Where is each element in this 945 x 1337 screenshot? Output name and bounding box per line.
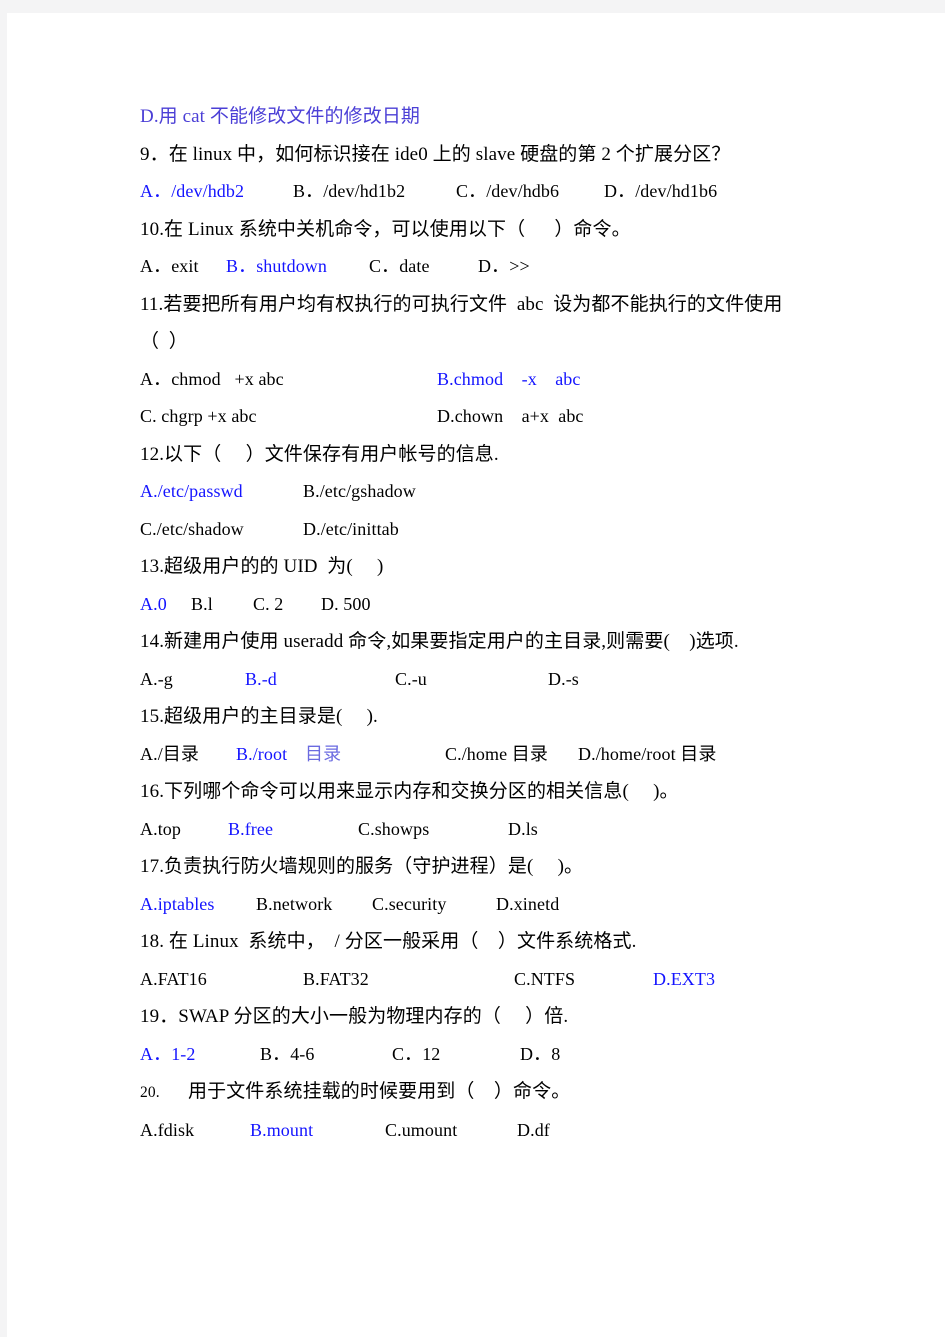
q9-option-a: A．/dev/hdb2 (140, 181, 245, 201)
q18-option-d: D.EXT3 (653, 968, 716, 989)
question-11-options-row-2: C. chgrp +x abc D.chown a+x abc (140, 398, 852, 436)
q18-stem-text: 18. 在 Linux 系统中， / 分区一般采用（ ）文件系统格式. (140, 931, 637, 952)
q11-option-b: B.chmod -x abc (437, 368, 581, 389)
q20-option-c: C.umount (385, 1119, 458, 1140)
q20-option-d: D.df (517, 1119, 550, 1140)
question-20-options: A.fdisk B.mount C.umount D.df (140, 1112, 852, 1150)
q13-stem-text: 13.超级用户的的 UID 为( ) (140, 556, 384, 577)
q14-option-d: D.-s (548, 668, 579, 689)
q19-option-d: D．8 (520, 1043, 561, 1064)
q13-option-a: A.0 (140, 593, 167, 614)
question-11-options-row-1: A．chmod +x abc B.chmod -x abc (140, 361, 852, 399)
q18-option-a: A.FAT16 (140, 968, 207, 989)
q17-option-d: D.xinetd (496, 893, 560, 914)
q12-option-b: B./etc/gshadow (303, 481, 416, 501)
question-14-options: A.-g B.-d C.-u D.-s (140, 661, 852, 699)
q10-option-a: A．exit (140, 256, 199, 276)
question-9-options: A．/dev/hdb2 B．/dev/hd1b2 C．/dev/hdb6 D．/dev… (140, 173, 852, 211)
question-15-stem: 15.超级用户的主目录是( ). (140, 698, 852, 736)
q13-option-c: C. 2 (253, 593, 284, 614)
q14-stem-text: 14.新建用户使用 useradd 命令,如果要指定用户的主目录,则需要( )选… (140, 631, 739, 652)
question-13-options: A.0 B.l C. 2 D. 500 (140, 586, 852, 624)
q14-option-a: A.-g (140, 668, 173, 689)
q16-option-a: A.top (140, 818, 181, 839)
q15-option-b: B./root (236, 743, 288, 764)
q11-stem-text-1: 11.若要把所有用户均有权执行的可执行文件 abc 设为都不能执行的文件使用 (140, 293, 783, 315)
question-18-options: A.FAT16 B.FAT32 C.NTFS D.EXT3 (140, 961, 852, 999)
q10-stem-text: 10.在 Linux 系统中关机命令，可以使用以下（ ）命令。 (140, 218, 631, 240)
q16-option-c: C.showps (358, 818, 430, 839)
q19-option-c: C．12 (392, 1043, 441, 1064)
q20-stem-text: 用于文件系统挂载的时候要用到（ ）命令。 (188, 1081, 571, 1102)
q18-option-c: C.NTFS (514, 968, 576, 989)
document-body: D.用 cat 不能修改文件的修改日期 9．在 linux 中，如何标识接在 i… (140, 98, 852, 1149)
q14-option-c: C.-u (395, 668, 427, 689)
q11-option-c: C. chgrp +x abc (140, 406, 257, 426)
question-18-stem: 18. 在 Linux 系统中， / 分区一般采用（ ）文件系统格式. (140, 923, 852, 961)
question-11-stem-line-2: （ ） (140, 323, 852, 361)
q15-option-c: C./home 目录 (445, 743, 548, 764)
q8-option-d-text: D.用 cat 不能修改文件的修改日期 (140, 106, 421, 127)
q12-option-d: D./etc/inittab (303, 518, 399, 539)
question-10-options: A．exit B．shutdown C．date D．>> (140, 248, 852, 286)
q10-option-d: D．>> (478, 256, 530, 276)
q16-stem-text: 16.下列哪个命令可以用来显示内存和交换分区的相关信息( )。 (140, 781, 679, 802)
q12-option-a: A./etc/passwd (140, 481, 243, 501)
q19-option-b: B．4-6 (260, 1043, 315, 1064)
document-page: D.用 cat 不能修改文件的修改日期 9．在 linux 中，如何标识接在 i… (7, 13, 945, 1337)
q9-option-c: C．/dev/hdb6 (456, 181, 560, 201)
q13-option-d: D. 500 (321, 593, 371, 614)
q16-option-b: B.free (228, 818, 274, 839)
q9-option-b: B．/dev/hd1b2 (293, 181, 406, 201)
q19-stem-text: 19．SWAP 分区的大小一般为物理内存的（ ）倍. (140, 1006, 569, 1027)
q20-option-a: A.fdisk (140, 1119, 195, 1140)
question-19-stem: 19．SWAP 分区的大小一般为物理内存的（ ）倍. (140, 998, 852, 1036)
q13-option-b: B.l (191, 593, 213, 614)
question-11-stem-line-1: 11.若要把所有用户均有权执行的可执行文件 abc 设为都不能执行的文件使用 (140, 286, 852, 324)
question-12-options-row-1: A./etc/passwd B./etc/gshadow (140, 473, 852, 511)
q20-option-b: B.mount (250, 1119, 314, 1140)
question-15-options: A./目录 B./root 目录 C./home 目录 D./home/root 目录 (140, 736, 852, 774)
q17-option-a: A.iptables (140, 893, 215, 914)
question-17-stem: 17.负责执行防火墙规则的服务（守护进程）是( )。 (140, 848, 852, 886)
question-16-stem: 16.下列哪个命令可以用来显示内存和交换分区的相关信息( )。 (140, 773, 852, 811)
question-9-stem: 9．在 linux 中，如何标识接在 ide0 上的 slave 硬盘的第 2 … (140, 136, 852, 174)
q9-option-d: D．/dev/hd1b6 (604, 181, 718, 201)
q17-stem-text: 17.负责执行防火墙规则的服务（守护进程）是( )。 (140, 856, 584, 877)
q14-option-b: B.-d (245, 668, 277, 689)
question-10-stem: 10.在 Linux 系统中关机命令，可以使用以下（ ）命令。 (140, 211, 852, 249)
q9-stem-text: 9．在 linux 中，如何标识接在 ide0 上的 slave 硬盘的第 2 … (140, 143, 731, 165)
q15-stem-text: 15.超级用户的主目录是( ). (140, 706, 378, 727)
q11-option-d: D.chown a+x abc (437, 406, 584, 426)
q15-option-a: A./目录 (140, 743, 199, 764)
question-20-stem: 20. 用于文件系统挂载的时候要用到（ ）命令。 (140, 1073, 852, 1112)
q19-option-a: A．1-2 (140, 1043, 196, 1064)
q17-option-c: C.security (372, 893, 447, 914)
q18-option-b: B.FAT32 (303, 968, 369, 989)
question-17-options: A.iptables B.network C.security D.xinetd (140, 886, 852, 924)
question-14-stem: 14.新建用户使用 useradd 命令,如果要指定用户的主目录,则需要( )选… (140, 623, 852, 661)
q11-stem-text-2: （ ） (140, 331, 188, 352)
q12-stem-text: 12.以下（ ）文件保存有用户帐号的信息. (140, 443, 499, 465)
q17-option-b: B.network (256, 893, 333, 914)
question-19-options: A．1-2 B．4-6 C．12 D．8 (140, 1036, 852, 1074)
q12-option-c: C./etc/shadow (140, 518, 244, 539)
q15-option-d: D./home/root 目录 (578, 743, 717, 764)
q20-number: 20. (140, 1084, 160, 1101)
question-13-stem: 13.超级用户的的 UID 为( ) (140, 548, 852, 586)
question-12-stem: 12.以下（ ）文件保存有用户帐号的信息. (140, 436, 852, 474)
q15-option-b-suffix: 目录 (305, 743, 342, 764)
q10-option-b: B．shutdown (226, 256, 328, 276)
question-8-option-d: D.用 cat 不能修改文件的修改日期 (140, 98, 852, 136)
question-16-options: A.top B.free C.showps D.ls (140, 811, 852, 849)
q11-option-a: A．chmod +x abc (140, 368, 284, 389)
q16-option-d: D.ls (508, 818, 538, 839)
q10-option-c: C．date (369, 256, 430, 276)
question-12-options-row-2: C./etc/shadow D./etc/inittab (140, 511, 852, 549)
